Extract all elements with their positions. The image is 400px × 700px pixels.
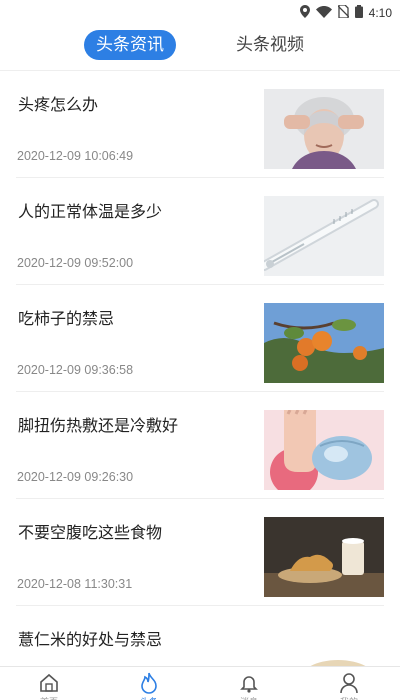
- list-item[interactable]: 不要空腹吃这些食物 2020-12-08 11:30:31: [0, 499, 400, 606]
- article-thumbnail[interactable]: [264, 517, 384, 597]
- tab-headline-news[interactable]: 头条资讯: [84, 30, 176, 60]
- location-icon: [299, 3, 310, 22]
- status-time: 4:10: [368, 5, 392, 20]
- list-item[interactable]: 人的正常体温是多少 2020-12-09 09:52:00: [0, 178, 400, 285]
- list-item[interactable]: 头疼怎么办 2020-12-09 10:06:49: [0, 71, 400, 178]
- nav-headlines[interactable]: 头条: [119, 671, 179, 700]
- status-icons: 4:10: [299, 3, 392, 22]
- article-title: 人的正常体温是多少: [18, 202, 163, 221]
- list-item[interactable]: 薏仁米的好处与禁忌: [0, 606, 400, 666]
- article-timestamp: 2020-12-09 09:36:58: [17, 363, 134, 377]
- article-timestamp: 2020-12-09 09:26:30: [17, 470, 134, 484]
- nav-profile[interactable]: 我的: [319, 671, 379, 700]
- nav-home-label: 首页: [19, 695, 79, 700]
- article-timestamp: 2020-12-09 10:06:49: [17, 149, 134, 163]
- nav-headlines-label: 头条: [119, 695, 179, 700]
- list-item[interactable]: 脚扭伤热敷还是冷敷好 2020-12-09 09:26:30: [0, 392, 400, 499]
- nav-home[interactable]: 首页: [19, 671, 79, 700]
- article-thumbnail[interactable]: [264, 410, 384, 490]
- nav-profile-label: 我的: [319, 695, 379, 700]
- battery-icon: [354, 3, 363, 22]
- article-thumbnail[interactable]: [264, 89, 384, 169]
- wifi-icon: [315, 3, 332, 22]
- nav-messages[interactable]: 消息: [219, 671, 279, 700]
- home-icon: [39, 673, 59, 697]
- bell-icon: [239, 673, 259, 697]
- article-timestamp: 2020-12-08 11:30:31: [17, 577, 133, 591]
- tab-headline-video[interactable]: 头条视频: [228, 30, 312, 60]
- article-thumbnail[interactable]: [264, 196, 384, 276]
- top-tabs: 头条资讯 头条视频: [0, 30, 400, 64]
- bottom-nav: 首页 头条 消息 我的: [0, 666, 400, 700]
- article-title: 头疼怎么办: [18, 95, 99, 114]
- article-thumbnail[interactable]: [264, 622, 384, 666]
- no-sim-icon: [337, 3, 350, 22]
- article-title: 不要空腹吃这些食物: [18, 523, 163, 542]
- article-thumbnail[interactable]: [264, 303, 384, 383]
- article-title: 吃柿子的禁忌: [18, 309, 115, 328]
- article-title: 脚扭伤热敷还是冷敷好: [18, 416, 179, 435]
- list-item[interactable]: 吃柿子的禁忌 2020-12-09 09:36:58: [0, 285, 400, 392]
- news-feed[interactable]: 头疼怎么办 2020-12-09 10:06:49 人的正常体温是多少 2020…: [0, 70, 400, 666]
- article-timestamp: 2020-12-09 09:52:00: [17, 256, 134, 270]
- status-bar: 4:10: [0, 0, 400, 24]
- nav-messages-label: 消息: [219, 695, 279, 700]
- article-title: 薏仁米的好处与禁忌: [18, 630, 163, 649]
